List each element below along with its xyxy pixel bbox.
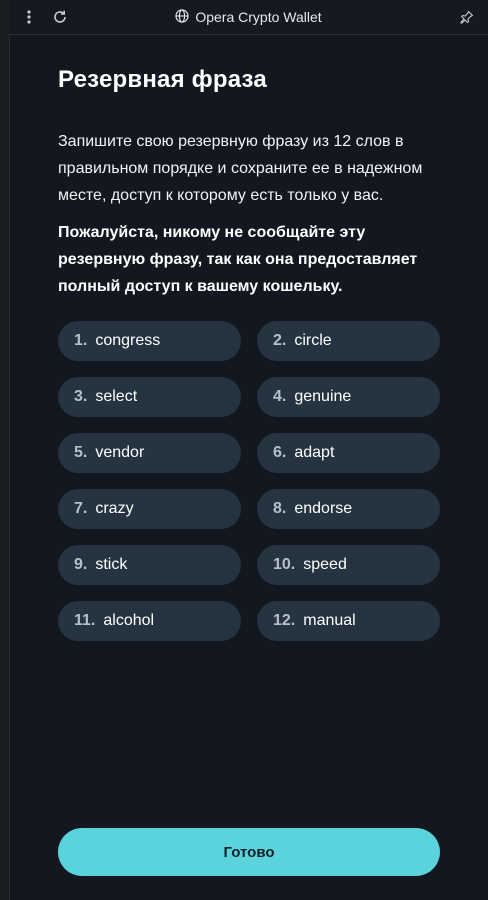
word-number: 7.: [74, 500, 88, 517]
page-title: Резервная фраза: [58, 66, 267, 93]
word-text: manual: [303, 612, 356, 629]
seed-phrase-grid: 1. congress 2. circle 3. select 4. genuine 5…: [58, 321, 440, 641]
instruction-text: Запишите свою резервную фразу из 12 слов…: [58, 133, 423, 204]
seed-word-chip: 1. congress: [58, 321, 241, 361]
word-number: 12.: [273, 612, 296, 629]
window-title: Opera Crypto Wallet: [9, 0, 488, 34]
seed-word-chip: 8. endorse: [257, 489, 440, 529]
word-number: 8.: [273, 500, 287, 517]
seed-word-chip: 10. speed: [257, 545, 440, 585]
seed-word-chip: 3. select: [58, 377, 241, 417]
warning-text: Пожалуйста, никому не сообщайте эту резе…: [58, 224, 418, 295]
word-text: select: [95, 388, 138, 405]
seed-word-chip: 5. vendor: [58, 433, 241, 473]
word-number: 1.: [74, 332, 88, 349]
word-text: speed: [303, 556, 347, 573]
seed-word-chip: 7. crazy: [58, 489, 241, 529]
word-text: endorse: [294, 500, 353, 517]
done-button[interactable]: Готово: [58, 828, 440, 876]
seed-word-chip: 6. adapt: [257, 433, 440, 473]
word-text: adapt: [294, 444, 335, 461]
word-number: 11.: [74, 612, 96, 629]
word-text: vendor: [95, 444, 145, 461]
globe-icon: [175, 8, 189, 26]
window-title-text: Opera Crypto Wallet: [195, 9, 322, 25]
main-content: Резервная фраза Запишите свою резервную …: [58, 60, 440, 300]
word-number: 10.: [273, 556, 296, 573]
seed-word-chip: 11. alcohol: [58, 601, 241, 641]
word-number: 6.: [273, 444, 287, 461]
seed-word-chip: 4. genuine: [257, 377, 440, 417]
seed-word-chip: 2. circle: [257, 321, 440, 361]
word-text: alcohol: [103, 612, 155, 629]
panel-header: Opera Crypto Wallet: [9, 0, 488, 35]
word-text: genuine: [294, 388, 352, 405]
word-text: crazy: [95, 500, 134, 517]
word-number: 9.: [74, 556, 88, 573]
word-text: stick: [95, 556, 128, 573]
word-number: 3.: [74, 388, 88, 405]
left-edge: [0, 0, 9, 900]
pin-icon[interactable]: [456, 0, 478, 34]
word-number: 5.: [74, 444, 88, 461]
seed-word-chip: 12. manual: [257, 601, 440, 641]
word-text: circle: [294, 332, 332, 349]
word-number: 4.: [273, 388, 287, 405]
word-number: 2.: [273, 332, 287, 349]
word-text: congress: [95, 332, 161, 349]
seed-word-chip: 9. stick: [58, 545, 241, 585]
